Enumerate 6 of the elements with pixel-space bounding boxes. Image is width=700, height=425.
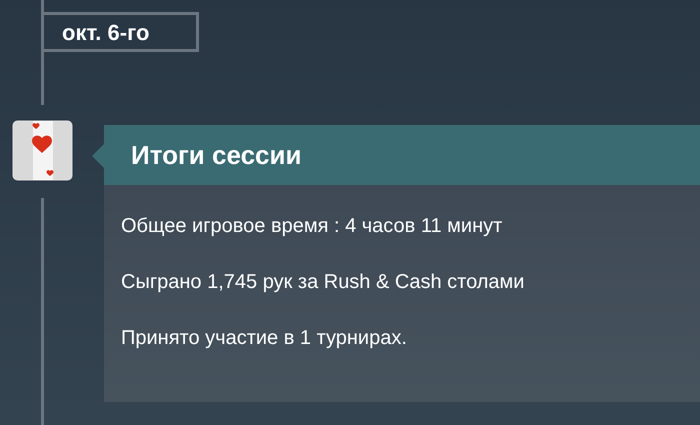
summary-line: Сыграно 1,745 рук за Rush & Cash столами [121, 270, 526, 294]
date-label: окт. 6-го [44, 12, 199, 52]
playing-card-icon [12, 120, 73, 181]
panel-title: Итоги сессии [131, 138, 302, 172]
summary-line: Общее игровое время : 4 часов 11 минут [121, 214, 504, 238]
summary-line: Принято участие в 1 турнирах. [121, 326, 408, 350]
